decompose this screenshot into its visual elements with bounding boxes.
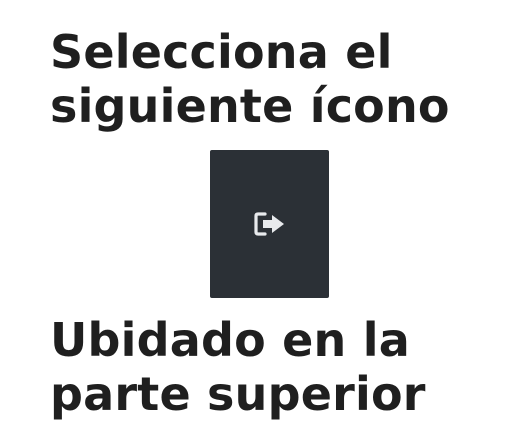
instruction-heading: Selecciona el siguiente ícono [50, 25, 450, 133]
icon-preview-tile [210, 150, 329, 298]
location-heading: Ubidado en la parte superior [50, 313, 426, 421]
location-line-1: Ubidado en la [50, 313, 410, 367]
instruction-line-2: siguiente ícono [50, 79, 450, 133]
sign-out-icon [253, 212, 284, 236]
location-line-2: parte superior [50, 367, 426, 421]
instruction-line-1: Selecciona el [50, 25, 393, 79]
tutorial-card: Selecciona el siguiente ícono Ubidado en… [0, 0, 506, 437]
